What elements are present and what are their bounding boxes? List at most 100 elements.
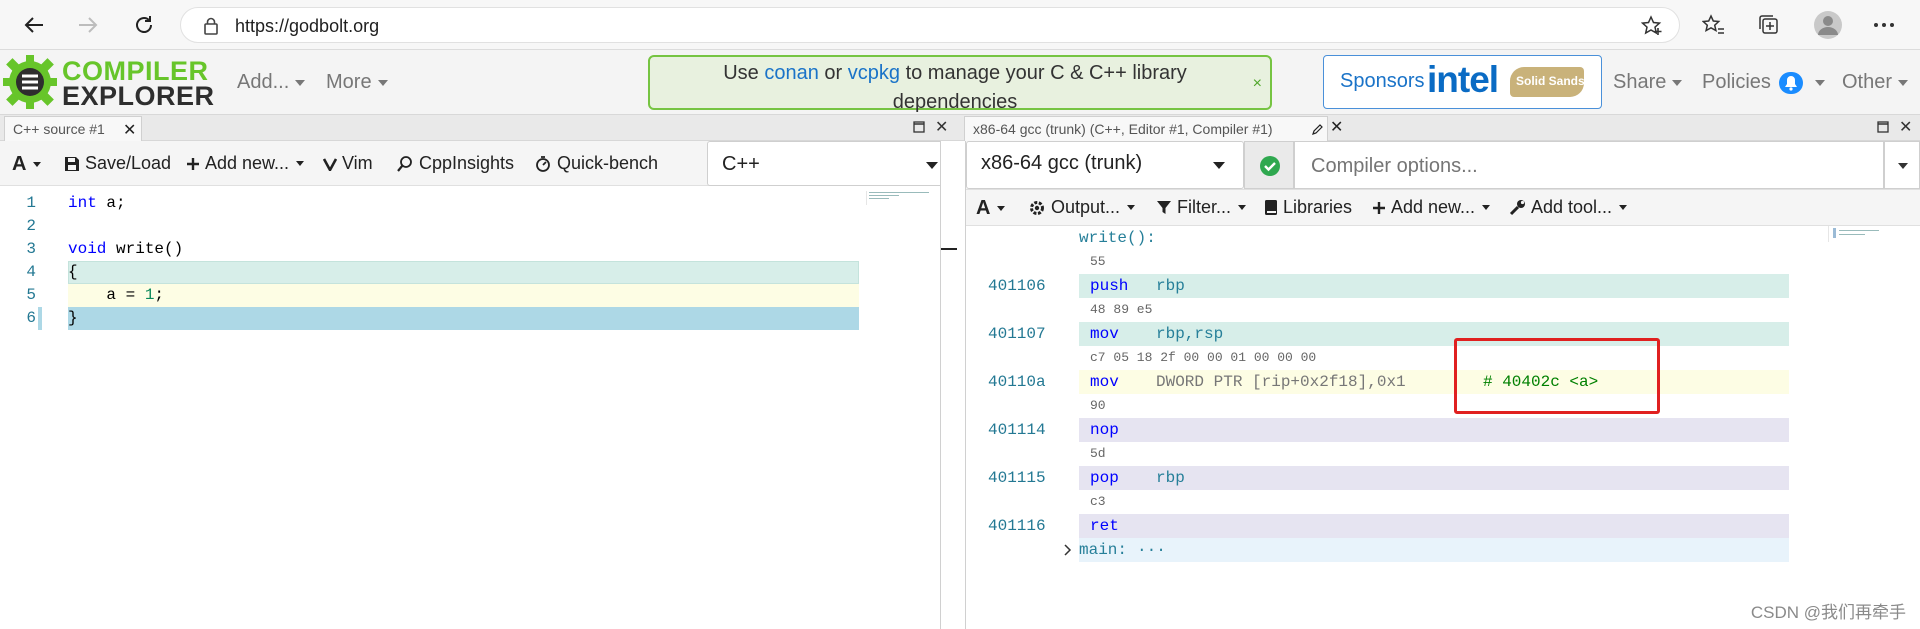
conan-link[interactable]: conan (764, 62, 819, 84)
maximize-pane-icon[interactable] (1877, 121, 1889, 133)
vim-label: Vim (342, 153, 373, 173)
favorites-button[interactable] (1698, 9, 1730, 41)
chevron-right-icon[interactable] (1063, 544, 1073, 556)
line-number: 2 (26, 217, 36, 235)
line-number: 3 (26, 240, 36, 258)
asm-line: 401107 mov rbp,rsp (966, 322, 1789, 346)
compiler-options-input[interactable]: Compiler options... (1294, 141, 1884, 189)
vim-logo-icon (323, 157, 337, 171)
asm-folded-main[interactable]: main: ··· (966, 538, 1789, 562)
sponsors-box[interactable]: Sponsors intel Solid Sands (1323, 55, 1602, 109)
asm-opcode: pop (1090, 469, 1119, 487)
add-tool-button[interactable]: Add tool... (1509, 197, 1628, 218)
line-highlight-lavender (1079, 466, 1789, 490)
chevron-down-icon (1238, 205, 1247, 210)
compiler-options-placeholder: Compiler options... (1311, 155, 1478, 177)
compiler-tab-title: x86-64 gcc (trunk) (C++, Editor #1, Comp… (973, 121, 1273, 137)
compiler-select[interactable]: x86-64 gcc (trunk) (966, 141, 1244, 189)
close-pane-icon[interactable]: ✕ (935, 117, 948, 137)
pane-splitter[interactable] (940, 141, 966, 629)
close-tab-icon[interactable]: ✕ (123, 120, 136, 140)
code-line: 6} (0, 307, 860, 330)
asm-line: 401116 ret (966, 514, 1789, 538)
add-new-button[interactable]: Add new... (1372, 197, 1491, 218)
add-menu[interactable]: Add... (237, 71, 306, 94)
chevron-down-icon (33, 162, 42, 167)
asm-line: 401106 push rbp (966, 274, 1789, 298)
output-menu-button[interactable]: Output... (1028, 197, 1136, 218)
more-dots-icon (1874, 23, 1894, 27)
font-size-button[interactable]: A (12, 153, 42, 176)
asm-address: 40110a (988, 373, 1046, 391)
add-new-button[interactable]: Add new... (186, 153, 305, 174)
favorite-star-add-icon (1641, 15, 1662, 35)
chevron-down-icon (1127, 205, 1136, 210)
settings-menu-button[interactable] (1868, 9, 1900, 41)
libraries-button[interactable]: Libraries (1264, 197, 1352, 218)
cppinsights-button[interactable]: CppInsights (396, 153, 514, 174)
filter-menu-button[interactable]: Filter... (1156, 197, 1247, 218)
minimap[interactable] (1828, 226, 1920, 242)
favorites-icon (1702, 14, 1724, 34)
watermark-text: CSDN @我们再牵手 (1750, 603, 1906, 622)
save-load-label: Save/Load (85, 153, 172, 173)
compiler-explorer-logo[interactable] (2, 54, 58, 110)
policies-menu[interactable]: Policies (1702, 71, 1826, 94)
asm-address: 401107 (988, 325, 1046, 343)
address-bar[interactable]: https://godbolt.org (180, 7, 1680, 43)
vcpkg-link[interactable]: vcpkg (848, 62, 900, 84)
compile-status[interactable] (1244, 141, 1294, 189)
pencil-icon[interactable] (1312, 124, 1323, 135)
chevron-down-icon (295, 79, 306, 86)
assembly-output[interactable]: write(): 55 401106 push rbp 48 89 e5 401… (966, 226, 1920, 629)
forward-button[interactable] (72, 9, 104, 41)
font-size-label: A (12, 153, 27, 175)
compiler-value: x86-64 gcc (trunk) (981, 152, 1143, 174)
asm-address: 401114 (988, 421, 1046, 439)
notification-bell-icon (1779, 71, 1804, 94)
opcode-bytes: c7 05 18 2f 00 00 01 00 00 00 (1090, 350, 1317, 365)
code-text: } (68, 309, 78, 327)
policies-menu-label: Policies (1702, 71, 1771, 93)
back-button[interactable] (18, 9, 50, 41)
line-highlight-lavender (1079, 514, 1789, 538)
profile-button[interactable] (1812, 9, 1844, 41)
collections-icon (1759, 15, 1778, 34)
asm-address: 401115 (988, 469, 1046, 487)
code-line: 2 (0, 215, 860, 238)
close-tab-icon[interactable]: ✕ (1330, 117, 1343, 137)
filter-label: Filter... (1177, 197, 1232, 217)
share-menu[interactable]: Share (1613, 71, 1683, 94)
intel-logo: intel (1427, 59, 1499, 100)
save-load-button[interactable]: Save/Load (64, 153, 171, 174)
stopwatch-icon (536, 155, 550, 172)
save-icon (65, 156, 79, 171)
quick-bench-button[interactable]: Quick-bench (534, 153, 658, 174)
banner-close-button[interactable]: × (1253, 75, 1262, 93)
tab-compiler[interactable]: x86-64 gcc (trunk) (C++, Editor #1, Comp… (964, 116, 1328, 141)
reload-button[interactable] (128, 9, 160, 41)
vim-toggle-button[interactable]: Vim (323, 153, 373, 174)
options-dropdown-button[interactable] (1884, 141, 1920, 189)
more-menu[interactable]: More (326, 71, 388, 94)
minimap[interactable] (866, 191, 940, 205)
collections-button[interactable] (1753, 9, 1785, 41)
forward-arrow-icon (79, 17, 98, 33)
chevron-down-icon (1482, 205, 1491, 210)
font-size-button[interactable]: A (976, 197, 1006, 220)
font-size-label: A (976, 197, 991, 219)
other-menu[interactable]: Other (1842, 71, 1909, 94)
share-menu-label: Share (1613, 71, 1667, 93)
asm-operands: rbp (1156, 469, 1185, 487)
close-pane-icon[interactable]: ✕ (1899, 117, 1912, 137)
language-select[interactable]: C++ (707, 141, 955, 186)
code-text: int a; (68, 194, 126, 212)
chevron-down-icon (1898, 79, 1909, 86)
maximize-pane-icon[interactable] (913, 121, 925, 133)
compiler-toolbar: A Output... Filter... Libraries Add new.… (966, 190, 1920, 226)
code-editor[interactable]: 1 int a; 2 3 void write() 4{ 5 a = 1; 6} (0, 189, 940, 629)
line-highlight-lavender (1079, 418, 1789, 442)
tab-cpp-source[interactable]: C++ source #1 ✕ (4, 116, 142, 141)
solid-sands-logo: Solid Sands (1510, 67, 1585, 97)
asm-line: 401115 pop rbp (966, 466, 1789, 490)
